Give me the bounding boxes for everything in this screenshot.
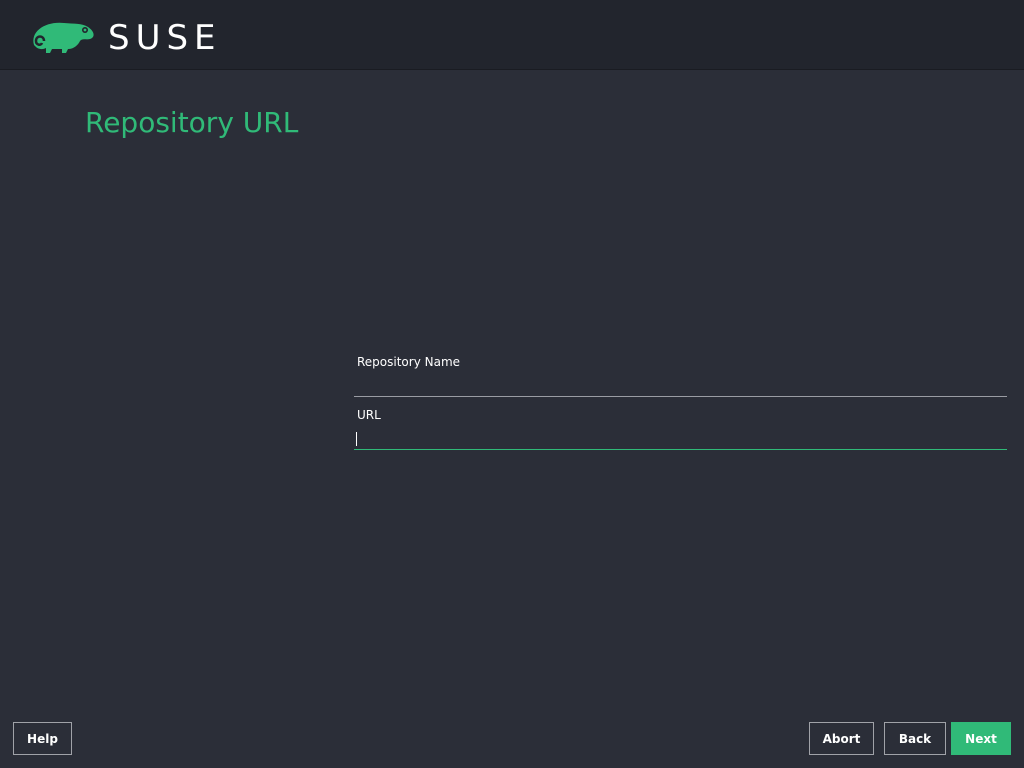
chameleon-icon	[33, 22, 94, 53]
page-title: Repository URL	[85, 106, 299, 139]
repository-name-label: Repository Name	[357, 355, 461, 369]
repository-name-input[interactable]	[354, 375, 1007, 397]
text-caret	[356, 432, 357, 446]
brand-name: SUSE	[108, 18, 222, 58]
suse-logo: SUSE	[24, 18, 222, 58]
url-input-wrapper	[354, 428, 1007, 451]
url-label: URL	[357, 408, 381, 422]
abort-button[interactable]: Abort	[809, 722, 874, 755]
url-input[interactable]	[354, 428, 1007, 450]
repository-name-field: Repository Name	[354, 355, 1007, 399]
url-field: URL	[354, 408, 1007, 452]
back-button[interactable]: Back	[884, 722, 946, 755]
next-button[interactable]: Next	[951, 722, 1011, 755]
help-button[interactable]: Help	[13, 722, 72, 755]
header-bar: SUSE	[0, 0, 1024, 70]
